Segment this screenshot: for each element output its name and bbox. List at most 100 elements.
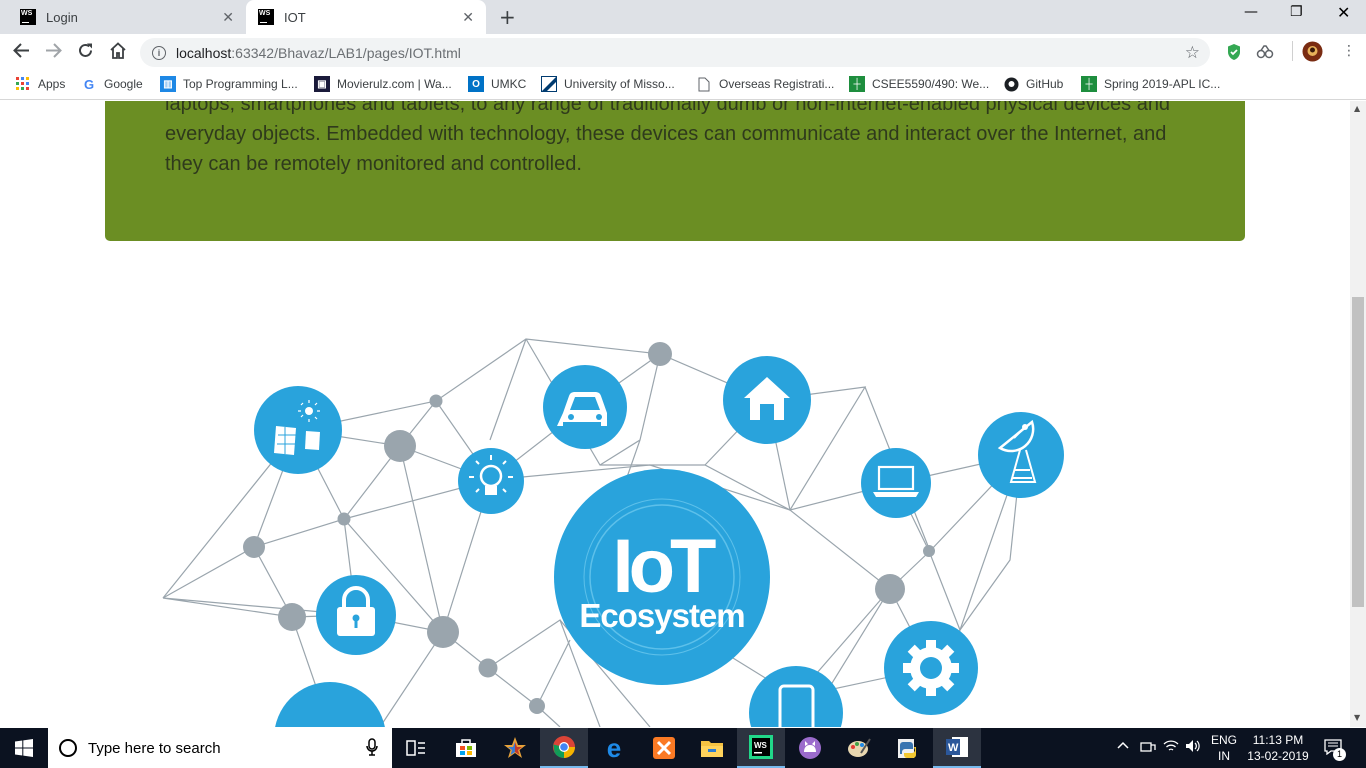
forward-icon[interactable] (45, 42, 62, 63)
partial-node (275, 682, 385, 727)
store-icon[interactable] (442, 728, 490, 768)
network-dot (384, 430, 416, 462)
browser-toolbar: i localhost:63342/Bhavaz/LAB1/pages/IOT.… (0, 34, 1366, 70)
close-icon[interactable]: ✕ (462, 9, 474, 26)
padlock-icon (316, 575, 396, 655)
clock-time: 11:13 PM (1252, 733, 1304, 747)
bookmark-overseas[interactable]: Overseas Registrati... (696, 76, 834, 92)
chrome-icon[interactable] (540, 728, 588, 768)
page-scrollbar[interactable]: ▲ ▼ (1350, 101, 1366, 727)
car-icon (543, 365, 627, 449)
cortana-icon (59, 739, 77, 757)
url-path: :63342/Bhavaz/LAB1/pages/IOT.html (231, 44, 461, 61)
lang-bottom: IN (1218, 749, 1230, 763)
volume-icon[interactable] (1185, 739, 1201, 756)
tab-label: IOT (284, 9, 306, 25)
bookmark-label: University of Misso... (564, 77, 675, 91)
lightbulb-icon (458, 448, 524, 514)
microphone-icon[interactable] (366, 738, 378, 761)
home-icon[interactable] (109, 42, 127, 63)
network-dot (427, 616, 459, 648)
reload-icon[interactable] (77, 42, 94, 63)
iot-ecosystem-diagram: IoT Ecosystem (162, 338, 1064, 727)
taskbar-clock[interactable]: 11:13 PM 13-02-2019 (1243, 732, 1313, 764)
bookmarks-bar: Apps G Google ▥ Top Programming L... ▣ M… (0, 70, 1366, 100)
lang-top: ENG (1210, 733, 1237, 747)
chevron-up-icon[interactable] (1117, 739, 1129, 753)
windows-logo-icon (15, 739, 33, 757)
restore-icon[interactable]: ❐ (1290, 4, 1303, 20)
scrollbar-thumb[interactable] (1352, 297, 1364, 607)
url-host: localhost (176, 44, 232, 61)
language-indicator[interactable]: ENG IN (1206, 732, 1242, 764)
scroll-down-icon[interactable]: ▼ (1354, 713, 1360, 722)
apps-grid-icon (15, 76, 31, 92)
taskbar-search[interactable]: Type here to search (48, 728, 392, 768)
close-icon[interactable]: ✕ (222, 9, 234, 26)
bookmark-star-icon[interactable]: ☆ (1185, 43, 1200, 63)
tab-iot[interactable]: WS IOT ✕ (246, 0, 486, 34)
bookmark-csee[interactable]: ┼ CSEE5590/490: We... (849, 76, 989, 92)
bookmark-google[interactable]: G Google (81, 76, 143, 92)
page-content: laptops, smartphones and tablets, to any… (0, 101, 1350, 727)
webstorm-taskbar-icon[interactable]: WS (737, 728, 785, 768)
new-tab-icon[interactable]: + (499, 5, 516, 29)
outlook-icon: O (468, 76, 484, 92)
network-dot (648, 342, 672, 366)
network-dot (923, 545, 935, 557)
bookmark-top-programming[interactable]: ▥ Top Programming L... (160, 76, 298, 92)
bookmark-umkc[interactable]: O UMKC (468, 76, 526, 92)
bookmark-label: Movierulz.com | Wa... (337, 77, 452, 91)
laptop-icon (861, 448, 931, 518)
webstorm-icon: WS (258, 9, 274, 25)
bookmark-movierulz[interactable]: ▣ Movierulz.com | Wa... (314, 76, 452, 92)
search-placeholder: Type here to search (88, 739, 221, 757)
xampp-icon[interactable] (640, 728, 688, 768)
network-dot (278, 603, 306, 631)
svg-text:WS: WS (754, 741, 768, 750)
smartphone-icon (749, 666, 843, 727)
bookmark-apps[interactable]: Apps (15, 76, 65, 92)
network-dot (243, 536, 265, 558)
info-icon[interactable]: i (152, 45, 166, 60)
scroll-up-icon[interactable]: ▲ (1354, 104, 1360, 113)
window-close-icon[interactable]: ✕ (1337, 3, 1350, 22)
back-icon[interactable] (13, 42, 30, 63)
wifi-icon[interactable] (1163, 739, 1179, 756)
bookmark-label: Google (104, 77, 143, 91)
bookmark-label: UMKC (491, 77, 527, 91)
github-desktop-icon[interactable] (786, 728, 834, 768)
university-logo-icon (541, 76, 557, 92)
paint-icon[interactable] (835, 728, 883, 768)
star-app-icon[interactable] (491, 728, 539, 768)
extension-icon[interactable] (1256, 44, 1274, 64)
svg-text:W: W (948, 742, 959, 754)
bookmark-github[interactable]: GitHub (1003, 76, 1063, 92)
network-adapter-icon[interactable] (1140, 740, 1156, 757)
bar-chart-icon: ▥ (160, 76, 176, 92)
minimize-icon[interactable]: — (1244, 4, 1258, 20)
bookmark-university[interactable]: University of Misso... (541, 76, 675, 92)
bookmark-spring-apl[interactable]: ┼ Spring 2019-APL IC... (1081, 76, 1220, 92)
start-button[interactable] (0, 728, 48, 768)
python-icon[interactable] (884, 728, 932, 768)
tab-strip: WS Login ✕ WS IOT ✕ + — ❐ ✕ (0, 0, 1366, 34)
gear-icon (884, 621, 978, 715)
bookmark-label: Apps (38, 77, 66, 91)
word-icon[interactable]: W (933, 728, 981, 768)
classroom-icon: ┼ (849, 76, 865, 92)
bookmark-label: Spring 2019-APL IC... (1104, 77, 1221, 91)
network-dot (429, 394, 443, 408)
edge-icon[interactable]: e (590, 728, 638, 768)
profile-avatar[interactable] (1302, 41, 1323, 66)
network-dot (337, 512, 351, 526)
notification-badge: 1 (1333, 748, 1346, 761)
hub-subtitle: Ecosystem (579, 597, 744, 634)
address-bar[interactable]: i localhost:63342/Bhavaz/LAB1/pages/IOT.… (140, 38, 1210, 67)
file-explorer-icon[interactable] (688, 728, 736, 768)
menu-icon[interactable]: ⋮ (1342, 43, 1356, 59)
shield-extension-icon[interactable] (1226, 43, 1242, 65)
tab-login[interactable]: WS Login ✕ (8, 0, 246, 34)
iot-hub: IoT Ecosystem (554, 469, 770, 685)
task-view-icon[interactable] (392, 728, 440, 768)
